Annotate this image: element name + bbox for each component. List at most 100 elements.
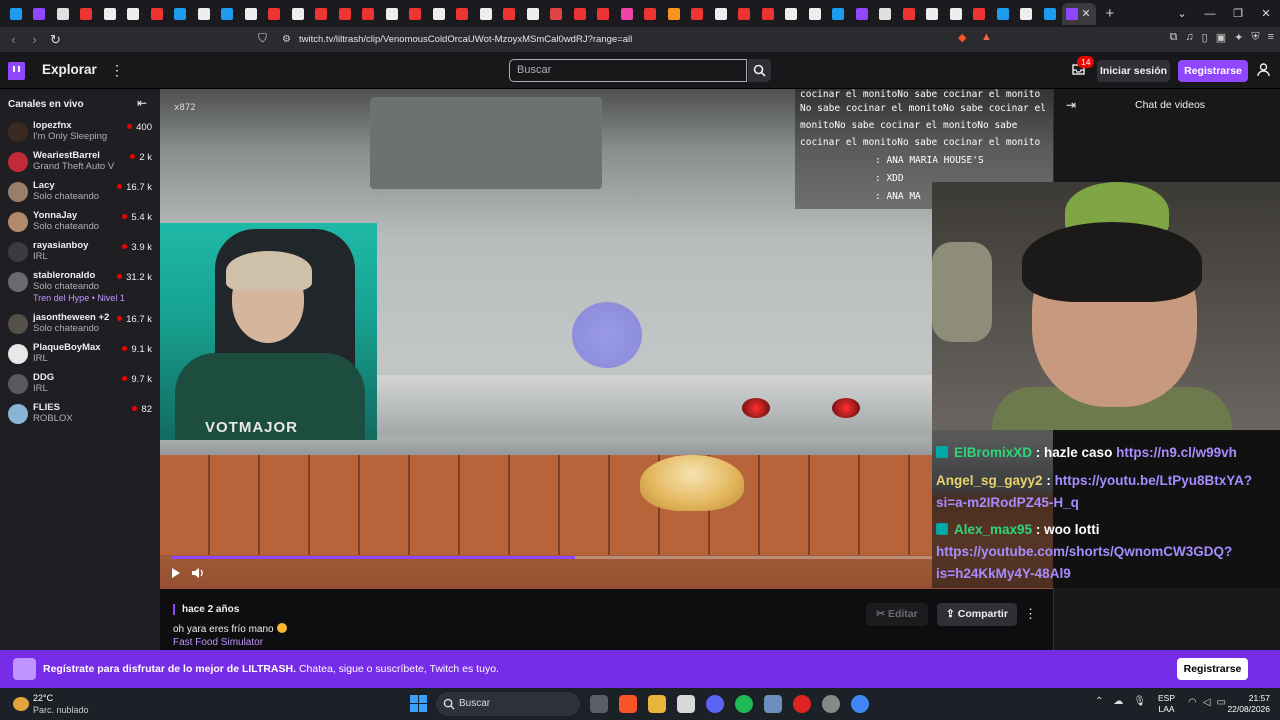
chat-link-continued[interactable]: is=h24KkMy4Y-48Al9 (936, 566, 1071, 581)
minimize-button[interactable]: — (1196, 8, 1224, 20)
sidebar-channel[interactable]: WeariestBarrel Grand Theft Auto V 2 k (0, 150, 160, 180)
browser-tab[interactable] (944, 3, 968, 25)
brave-shields-icon[interactable]: ◆ (958, 31, 966, 44)
mic-icon[interactable]: 🎙 (1133, 696, 1146, 707)
banner-register-button[interactable]: Registrarse (1177, 658, 1248, 680)
network-tray-icon[interactable]: ☁ (1113, 696, 1123, 707)
browser-tab[interactable] (169, 3, 193, 25)
browser-tab[interactable] (98, 3, 122, 25)
browser-tab[interactable] (521, 3, 545, 25)
explore-link[interactable]: Explorar (42, 62, 97, 77)
browser-tab[interactable] (380, 3, 404, 25)
sidebar-channel[interactable]: PlaqueBoyMax IRL 9.1 k (0, 342, 160, 372)
chat-link[interactable]: https://youtu.be/LtPyu8BtxYA? (1055, 473, 1253, 488)
tray-overflow-icon[interactable]: ⌃ (1095, 696, 1103, 707)
extensions-icon[interactable]: ⧉ (1170, 31, 1178, 44)
sidebar-channel[interactable]: YonnaJay Solo chateando 5.4 k (0, 210, 160, 240)
more-options-icon[interactable]: ⋮ (110, 62, 124, 79)
browser-tab[interactable] (968, 3, 992, 25)
browser-tab[interactable] (122, 3, 146, 25)
edit-button[interactable]: ✂ Editar (866, 603, 928, 626)
forward-icon[interactable]: › (24, 32, 45, 47)
tab-list-icon[interactable]: ⌄ (1168, 7, 1196, 20)
browser-tab[interactable] (662, 3, 686, 25)
wallet-icon[interactable]: ▣ (1216, 31, 1226, 44)
browser-tab[interactable] (545, 3, 569, 25)
settings-icon[interactable] (822, 695, 840, 713)
twitch-logo-icon[interactable] (8, 62, 25, 80)
browser-tab[interactable] (310, 3, 334, 25)
url-field[interactable]: ⚙ twitch.tv/liltrash/clip/VenomousColdOr… (282, 30, 952, 49)
more-actions-icon[interactable]: ⋮ (1024, 606, 1037, 622)
user-icon[interactable] (1257, 63, 1270, 77)
search-button[interactable] (748, 59, 771, 82)
rewards-icon[interactable]: ▲ (981, 31, 992, 43)
browser-tab[interactable] (404, 3, 428, 25)
clip-game-link[interactable]: Fast Food Simulator (173, 637, 263, 648)
browser-tab[interactable] (897, 3, 921, 25)
browser-tab[interactable] (75, 3, 99, 25)
spotify-icon[interactable] (735, 695, 753, 713)
browser-tab[interactable] (991, 3, 1015, 25)
file-explorer-icon[interactable] (648, 695, 666, 713)
browser-tab[interactable] (850, 3, 874, 25)
browser-tab[interactable] (686, 3, 710, 25)
quick-settings[interactable]: ◠ ◁ ▭ (1188, 697, 1226, 708)
browser-tab[interactable] (1015, 3, 1039, 25)
active-browser-tab[interactable]: ✕ (1061, 2, 1096, 25)
brave-icon[interactable] (619, 695, 637, 713)
browser-tab[interactable] (357, 3, 381, 25)
back-icon[interactable]: ‹ (3, 32, 24, 47)
browser-tab[interactable] (239, 3, 263, 25)
browser-tab[interactable] (51, 3, 75, 25)
sidebar-channel[interactable]: DDG IRL 9.7 k (0, 372, 160, 402)
browser-tab[interactable] (333, 3, 357, 25)
browser-tab[interactable] (192, 3, 216, 25)
login-button[interactable]: Iniciar sesión (1097, 60, 1170, 82)
reload-icon[interactable]: ↻ (45, 32, 66, 48)
browser-tab[interactable] (263, 3, 287, 25)
browser-tab[interactable] (498, 3, 522, 25)
seek-bar[interactable] (172, 556, 932, 559)
share-button[interactable]: ⇪ Compartir (937, 603, 1017, 626)
chat-link[interactable]: https://youtube.com/shorts/QwnomCW3GDQ? (936, 544, 1232, 559)
menu-icon[interactable]: ≡ (1268, 31, 1274, 44)
browser-tab[interactable] (639, 3, 663, 25)
browser-tab[interactable] (427, 3, 451, 25)
media-icon[interactable]: ♫ (1185, 31, 1193, 44)
browser-tab[interactable] (921, 3, 945, 25)
chat-link[interactable]: https://n9.cl/w99vh (1116, 445, 1237, 460)
vpn-icon[interactable]: ⛨ (1251, 31, 1259, 44)
browser-tab[interactable] (474, 3, 498, 25)
notepad-icon[interactable] (764, 695, 782, 713)
browser-tab[interactable] (4, 3, 28, 25)
browser-tab[interactable] (733, 3, 757, 25)
site-settings-icon[interactable]: ⚙ (282, 34, 291, 45)
chrome-icon[interactable] (851, 695, 869, 713)
browser-tab[interactable] (803, 3, 827, 25)
expand-chat-icon[interactable]: ⇥ (1066, 98, 1076, 112)
task-view-icon[interactable] (590, 695, 608, 713)
bookmark-icon[interactable]: ⛉ (258, 31, 267, 46)
browser-tab[interactable] (709, 3, 733, 25)
sidebar-channel[interactable]: rayasianboy IRL 3.9 k (0, 240, 160, 270)
volume-icon[interactable] (191, 567, 204, 579)
discord-icon[interactable] (706, 695, 724, 713)
browser-tab[interactable] (592, 3, 616, 25)
play-icon[interactable] (171, 567, 181, 579)
app-icon[interactable] (677, 695, 695, 713)
register-button[interactable]: Registrarse (1178, 60, 1248, 82)
browser-tab[interactable] (286, 3, 310, 25)
browser-tab[interactable] (145, 3, 169, 25)
close-tab-icon[interactable]: ✕ (1081, 7, 1090, 20)
sidebar-channel[interactable]: FLIES ROBLOX 82 (0, 402, 160, 432)
taskbar-search[interactable]: Buscar (436, 692, 580, 716)
browser-tab[interactable] (780, 3, 804, 25)
browser-tab[interactable] (216, 3, 240, 25)
sidebar-icon[interactable]: ▯ (1202, 31, 1208, 44)
start-button[interactable] (410, 695, 427, 712)
sidebar-channel[interactable]: lopezfnx I'm Only Sleeping 400 (0, 120, 160, 150)
search-input[interactable]: Buscar (509, 59, 747, 82)
sidebar-channel[interactable]: jasontheween +2 Solo chateando 16.7 k (0, 312, 160, 342)
leo-icon[interactable]: ✦ (1234, 31, 1243, 44)
